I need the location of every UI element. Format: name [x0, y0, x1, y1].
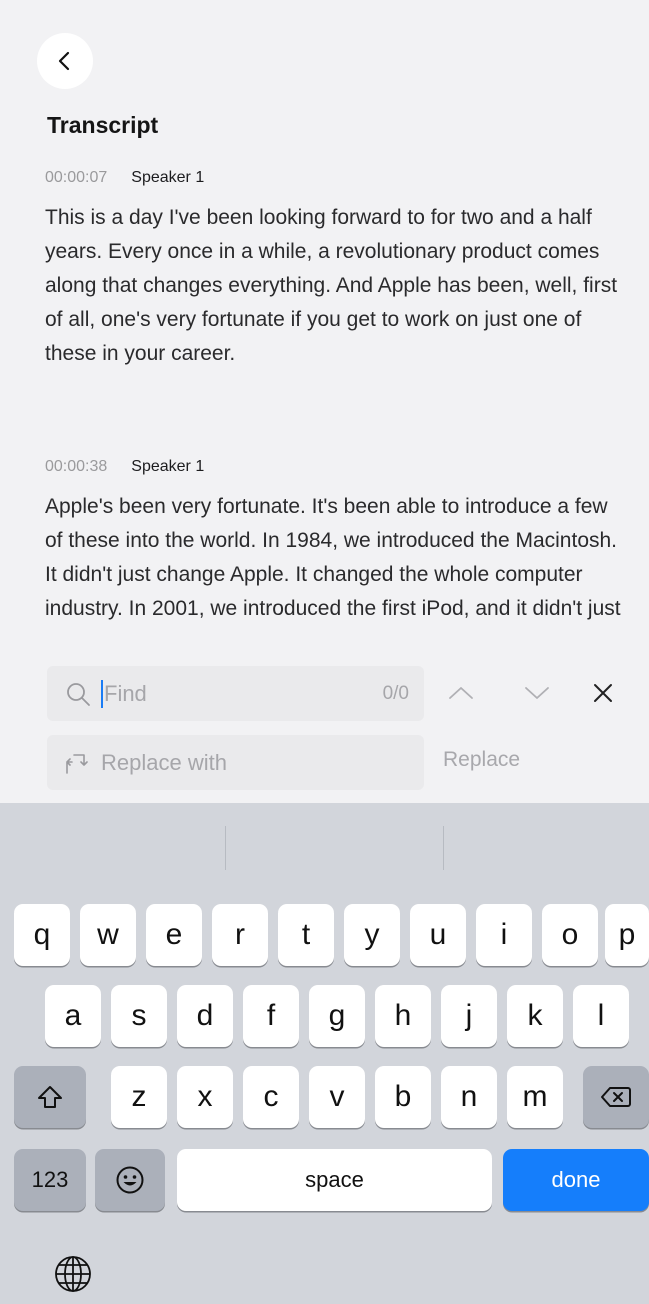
key-r[interactable]: r: [212, 904, 268, 966]
find-input[interactable]: [104, 673, 334, 714]
suggestion-divider: [225, 826, 226, 870]
key-d[interactable]: d: [177, 985, 233, 1047]
replace-input[interactable]: [101, 742, 401, 783]
key-p[interactable]: p: [605, 904, 649, 966]
find-field[interactable]: 0/0: [47, 666, 424, 721]
match-count: 0/0: [382, 682, 409, 704]
key-a[interactable]: a: [45, 985, 101, 1047]
find-replace-panel: 0/0 Replace: [0, 655, 649, 803]
key-x[interactable]: x: [177, 1066, 233, 1128]
key-c[interactable]: c: [243, 1066, 299, 1128]
segment-text[interactable]: Apple's been very fortunate. It's been a…: [45, 490, 625, 626]
key-l[interactable]: l: [573, 985, 629, 1047]
text-cursor: [101, 679, 103, 708]
keyboard: q w e r t y u i o p a s d f g h j k l z …: [0, 803, 649, 1304]
key-z[interactable]: z: [111, 1066, 167, 1128]
shift-icon: [38, 1086, 62, 1108]
backspace-icon: [601, 1087, 631, 1107]
chevron-down-icon: [525, 687, 549, 699]
emoji-icon: [116, 1166, 144, 1194]
key-m[interactable]: m: [507, 1066, 563, 1128]
key-t[interactable]: t: [278, 904, 334, 966]
key-w[interactable]: w: [80, 904, 136, 966]
segment-speaker[interactable]: Speaker 1: [131, 458, 204, 476]
key-g[interactable]: g: [309, 985, 365, 1047]
suggestion-divider: [443, 826, 444, 870]
delete-key[interactable]: [583, 1066, 649, 1128]
replace-icon: [66, 753, 88, 774]
back-button[interactable]: [37, 33, 93, 89]
key-q[interactable]: q: [14, 904, 70, 966]
previous-match-button[interactable]: [446, 680, 476, 706]
key-o[interactable]: o: [542, 904, 598, 966]
emoji-key[interactable]: [95, 1149, 165, 1211]
key-y[interactable]: y: [344, 904, 400, 966]
key-h[interactable]: h: [375, 985, 431, 1047]
key-u[interactable]: u: [410, 904, 466, 966]
close-find-button[interactable]: [588, 680, 618, 706]
key-b[interactable]: b: [375, 1066, 431, 1128]
key-e[interactable]: e: [146, 904, 202, 966]
chevron-up-icon: [449, 687, 473, 699]
key-i[interactable]: i: [476, 904, 532, 966]
numbers-key[interactable]: 123: [14, 1149, 86, 1211]
key-v[interactable]: v: [309, 1066, 365, 1128]
page-title: Transcript: [47, 112, 159, 138]
segment-timestamp[interactable]: 00:00:38: [45, 458, 107, 476]
segment-timestamp[interactable]: 00:00:07: [45, 169, 107, 187]
segment-speaker[interactable]: Speaker 1: [131, 169, 204, 187]
chevron-left-icon: [58, 51, 70, 71]
replace-field[interactable]: [47, 735, 424, 790]
replace-button[interactable]: Replace: [443, 748, 520, 772]
transcript-page: Transcript 00:00:07 Speaker 1 This is a …: [0, 0, 649, 655]
transcript-segment[interactable]: 00:00:38 Speaker 1 Apple's been very for…: [45, 456, 625, 626]
key-j[interactable]: j: [441, 985, 497, 1047]
search-icon: [67, 682, 90, 706]
next-match-button[interactable]: [522, 680, 552, 706]
close-icon: [594, 684, 612, 702]
space-key[interactable]: space: [177, 1149, 492, 1211]
key-k[interactable]: k: [507, 985, 563, 1047]
key-s[interactable]: s: [111, 985, 167, 1047]
done-key[interactable]: done: [503, 1149, 649, 1211]
globe-icon[interactable]: [53, 1254, 93, 1294]
transcript-segment[interactable]: 00:00:07 Speaker 1 This is a day I've be…: [45, 167, 625, 371]
segment-text[interactable]: This is a day I've been looking forward …: [45, 201, 625, 371]
key-n[interactable]: n: [441, 1066, 497, 1128]
key-f[interactable]: f: [243, 985, 299, 1047]
shift-key[interactable]: [14, 1066, 86, 1128]
